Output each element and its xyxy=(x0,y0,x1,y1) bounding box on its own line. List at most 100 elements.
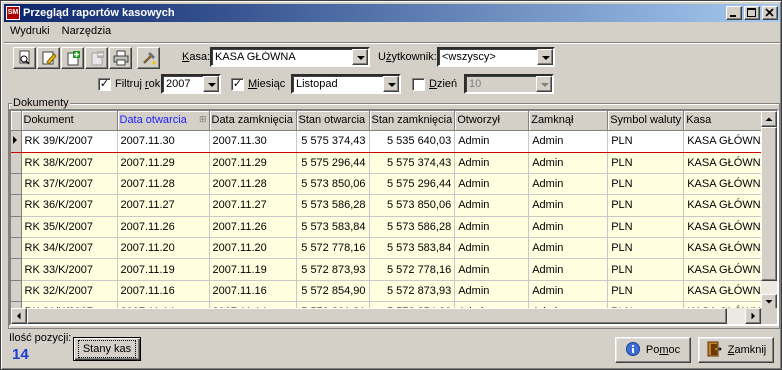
row-indicator[interactable] xyxy=(11,129,22,153)
table-cell[interactable]: 2007.11.16 xyxy=(209,280,297,303)
table-cell[interactable]: Admin xyxy=(454,129,530,153)
table-row[interactable]: RK 36/K/2007 2007.11.27 2007.11.27 5 573 58… xyxy=(11,194,772,217)
table-row[interactable]: RK 37/K/2007 2007.11.28 2007.11.28 5 573 85… xyxy=(11,173,772,196)
menu-narzedzia[interactable]: Narzędzia xyxy=(56,23,118,41)
column-header-stan-otwarcia[interactable]: Stan otwarcia xyxy=(296,111,370,131)
scroll-up-button[interactable] xyxy=(761,111,777,127)
table-cell[interactable]: 5 573 850,06 xyxy=(296,173,370,196)
table-cell[interactable]: 5 575 296,44 xyxy=(296,152,370,174)
user-select[interactable]: <wszyscy> xyxy=(437,47,555,67)
table-cell[interactable]: Admin xyxy=(528,216,609,239)
month-dropdown-button[interactable] xyxy=(383,76,399,92)
column-header-zamknal[interactable]: Zamknął xyxy=(528,111,609,131)
table-cell[interactable]: PLN xyxy=(607,258,685,281)
stany-kas-button[interactable]: Stany kas xyxy=(73,337,141,361)
table-cell[interactable]: 2007.11.29 xyxy=(209,152,297,174)
month-select[interactable]: Listopad xyxy=(291,74,401,94)
table-cell[interactable]: Admin xyxy=(528,237,609,260)
add-button[interactable] xyxy=(61,47,84,69)
table-cell[interactable]: Admin xyxy=(454,152,530,174)
row-indicator[interactable] xyxy=(11,280,22,303)
table-row[interactable]: RK 39/K/2007 2007.11.30 2007.11.30 5 575 37… xyxy=(11,129,772,153)
menu-wydruki[interactable]: Wydruki xyxy=(4,23,56,41)
table-cell[interactable]: PLN xyxy=(607,280,685,303)
table-cell[interactable]: RK 38/K/2007 xyxy=(21,152,118,174)
table-cell[interactable]: Admin xyxy=(454,216,530,239)
table-cell[interactable]: 2007.11.29 xyxy=(117,152,210,174)
edit-button[interactable] xyxy=(37,47,60,69)
table-cell[interactable]: 2007.11.16 xyxy=(117,280,210,303)
table-cell[interactable]: KASA GŁÓWNA xyxy=(683,194,772,217)
horizontal-scroll-thumb[interactable] xyxy=(27,308,727,324)
minimize-button[interactable] xyxy=(726,6,742,20)
table-cell[interactable]: 5 573 586,28 xyxy=(296,194,370,217)
table-row[interactable]: RK 35/K/2007 2007.11.26 2007.11.26 5 573 58… xyxy=(11,216,772,239)
table-cell[interactable]: KASA GŁÓWNA xyxy=(683,280,772,303)
table-cell[interactable]: 2007.11.26 xyxy=(209,216,297,239)
table-cell[interactable]: Admin xyxy=(454,280,530,303)
table-cell[interactable]: RK 36/K/2007 xyxy=(21,194,118,217)
table-cell[interactable]: 5 573 583,84 xyxy=(369,237,456,260)
table-cell[interactable]: PLN xyxy=(607,152,685,174)
table-cell[interactable]: PLN xyxy=(607,129,685,153)
table-cell[interactable]: PLN xyxy=(607,216,685,239)
table-cell[interactable]: Admin xyxy=(528,152,609,174)
user-dropdown-button[interactable] xyxy=(537,49,553,65)
table-cell[interactable]: 5 535 640,03 xyxy=(369,129,456,153)
table-cell[interactable]: RK 37/K/2007 xyxy=(21,173,118,196)
column-header-stan-zamkniecia[interactable]: Stan zamknięcia xyxy=(369,111,456,131)
table-cell[interactable]: 2007.11.28 xyxy=(209,173,297,196)
year-checkbox[interactable]: ✓ xyxy=(98,78,111,91)
table-cell[interactable]: 2007.11.20 xyxy=(209,237,297,260)
table-cell[interactable]: 5 573 586,28 xyxy=(369,216,456,239)
table-cell[interactable]: KASA GŁÓWNA xyxy=(683,129,772,153)
table-cell[interactable]: RK 35/K/2007 xyxy=(21,216,118,239)
table-cell[interactable]: RK 39/K/2007 xyxy=(21,129,118,153)
vertical-scrollbar[interactable] xyxy=(761,111,777,310)
table-cell[interactable]: Admin xyxy=(528,194,609,217)
table-cell[interactable]: KASA GŁÓWNA xyxy=(683,237,772,260)
scroll-right-button[interactable] xyxy=(745,308,761,324)
table-cell[interactable]: KASA GŁÓWNA xyxy=(683,152,772,174)
open-document-button[interactable] xyxy=(13,47,36,69)
table-cell[interactable]: 2007.11.19 xyxy=(209,258,297,281)
table-cell[interactable]: Admin xyxy=(528,280,609,303)
scroll-left-button[interactable] xyxy=(11,308,27,324)
column-header-dokument[interactable]: Dokument xyxy=(21,111,118,131)
column-header-kasa[interactable]: Kasa xyxy=(683,111,772,131)
table-cell[interactable]: 5 573 583,84 xyxy=(296,216,370,239)
table-cell[interactable]: 5 572 873,93 xyxy=(296,258,370,281)
horizontal-scrollbar[interactable] xyxy=(11,308,761,324)
row-indicator[interactable] xyxy=(11,173,22,196)
maximize-button[interactable] xyxy=(744,6,760,20)
column-header-otworzyl[interactable]: Otworzył xyxy=(454,111,530,131)
table-cell[interactable]: 2007.11.30 xyxy=(209,129,297,153)
table-cell[interactable]: RK 34/K/2007 xyxy=(21,237,118,260)
delete-button[interactable] xyxy=(85,47,108,69)
table-cell[interactable]: 2007.11.30 xyxy=(117,129,210,153)
table-cell[interactable]: Admin xyxy=(454,173,530,196)
year-dropdown-button[interactable] xyxy=(203,76,219,92)
table-cell[interactable]: KASA GŁÓWNA xyxy=(683,173,772,196)
kasa-select[interactable]: KASA GŁÓWNA xyxy=(210,47,370,67)
table-cell[interactable]: PLN xyxy=(607,237,685,260)
year-select[interactable]: 2007 xyxy=(161,74,221,94)
table-cell[interactable]: Admin xyxy=(528,173,609,196)
table-cell[interactable]: 5 575 296,44 xyxy=(369,173,456,196)
table-cell[interactable]: 2007.11.27 xyxy=(209,194,297,217)
kasa-dropdown-button[interactable] xyxy=(352,49,368,65)
close-window-button[interactable] xyxy=(762,6,778,20)
print-button[interactable] xyxy=(109,47,132,69)
table-cell[interactable]: Admin xyxy=(528,129,609,153)
row-indicator[interactable] xyxy=(11,237,22,260)
table-row[interactable]: RK 38/K/2007 2007.11.29 2007.11.29 5 575 29… xyxy=(11,152,772,174)
table-cell[interactable]: KASA GŁÓWNA xyxy=(683,258,772,281)
table-cell[interactable]: 2007.11.26 xyxy=(117,216,210,239)
table-cell[interactable]: 2007.11.27 xyxy=(117,194,210,217)
table-cell[interactable]: RK 32/K/2007 xyxy=(21,280,118,303)
column-header-data-otwarcia[interactable]: Data otwarcia ⊞ xyxy=(117,111,210,131)
day-dropdown-button[interactable] xyxy=(536,76,552,92)
day-select[interactable]: 10 xyxy=(464,74,554,94)
table-cell[interactable]: Admin xyxy=(454,237,530,260)
table-cell[interactable]: 2007.11.28 xyxy=(117,173,210,196)
